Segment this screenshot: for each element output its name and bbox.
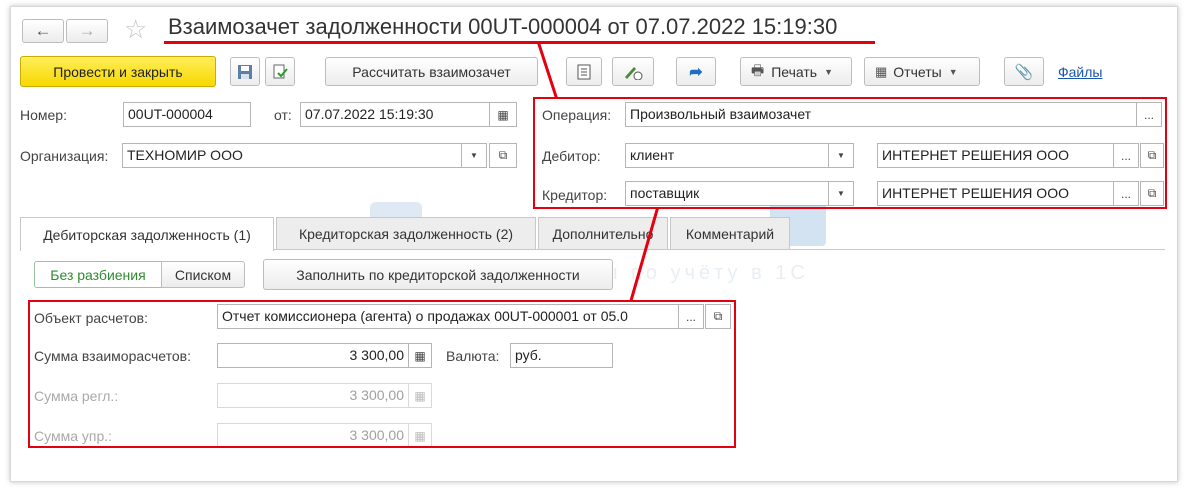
edit-history-button[interactable]	[612, 57, 654, 86]
print-label: Печать	[771, 63, 818, 80]
chevron-down-icon: ▼	[948, 66, 958, 77]
no-split-toggle[interactable]: Без разбиения	[34, 261, 162, 288]
dropdown-arrow-icon: ▼	[470, 151, 478, 160]
date-field[interactable]: 07.07.2022 15:19:30	[300, 102, 490, 127]
date-label: от:	[274, 107, 292, 123]
tab-comment[interactable]: Комментарий	[670, 217, 790, 249]
page-title: Взаимозачет задолженности 00UT-000004 от…	[168, 14, 838, 39]
printer-icon: 🖶	[751, 61, 765, 78]
organization-dropdown-button[interactable]: ▼	[461, 143, 487, 168]
save-button[interactable]	[230, 57, 260, 86]
back-button[interactable]: ←	[22, 19, 64, 43]
calculate-offset-button[interactable]: Рассчитать взаимозачет	[325, 57, 538, 86]
organization-field[interactable]: ТЕХНОМИР ООО	[122, 143, 462, 168]
reports-label: Отчеты	[893, 63, 942, 80]
report-icon: ▦	[875, 63, 888, 79]
arrow-left-icon: ←	[34, 21, 52, 40]
document-list-icon	[577, 64, 591, 79]
reports-button[interactable]: ▦ Отчеты ▼	[864, 57, 980, 86]
curved-arrow-icon: ➦	[689, 63, 703, 81]
calendar-icon: ▦	[497, 107, 509, 122]
list-button[interactable]	[566, 57, 602, 86]
fill-by-creditor-button[interactable]: Заполнить по кредиторской задолженности	[263, 259, 613, 290]
favorite-star-icon[interactable]: ☆	[124, 14, 147, 45]
number-field[interactable]: 00UT-000004	[123, 102, 251, 127]
pencil-clock-icon	[625, 66, 643, 80]
post-and-close-button[interactable]: Провести и закрыть	[20, 56, 216, 87]
open-window-icon: ⧉	[498, 148, 508, 162]
list-toggle[interactable]: Списком	[161, 261, 245, 288]
print-button[interactable]: 🖶 Печать ▼	[740, 57, 852, 86]
files-link[interactable]: Файлы	[1058, 64, 1102, 80]
floppy-icon	[238, 64, 252, 79]
organization-label: Организация:	[20, 148, 109, 164]
calendar-button[interactable]: ▦	[489, 102, 517, 127]
post-document-icon	[273, 64, 288, 78]
organization-open-button[interactable]: ⧉	[489, 143, 517, 168]
title-underline	[164, 41, 875, 44]
related-documents-button[interactable]: ➦	[676, 57, 716, 86]
tab-creditor-debt[interactable]: Кредиторская задолженность (2)	[276, 217, 536, 249]
attach-button[interactable]: 📎	[1004, 57, 1044, 86]
number-label: Номер:	[20, 107, 67, 123]
tab-debtor-debt[interactable]: Дебиторская задолженность (1)	[20, 217, 274, 251]
highlight-settlement-block	[28, 300, 736, 448]
post-button[interactable]	[265, 57, 295, 86]
arrow-right-icon: →	[78, 21, 96, 40]
chevron-down-icon: ▼	[824, 66, 834, 77]
highlight-operation-block	[533, 97, 1167, 209]
forward-button[interactable]: →	[66, 19, 108, 43]
paperclip-icon: 📎	[1014, 63, 1034, 81]
